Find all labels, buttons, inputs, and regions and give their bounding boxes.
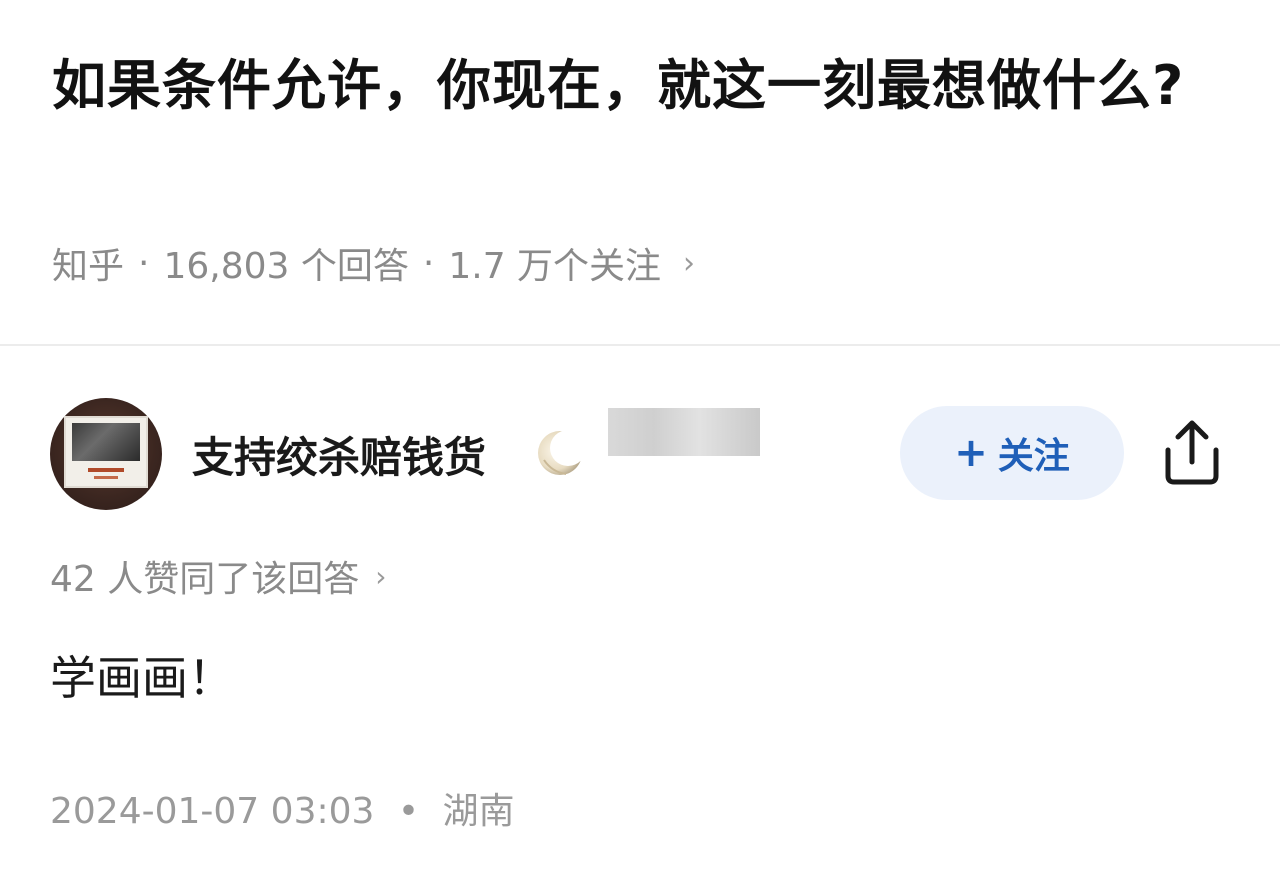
answer-content: 学画画！ xyxy=(50,651,234,705)
author-name[interactable]: 支持绞杀赔钱货 xyxy=(192,424,486,485)
answer-count: 16,803 个回答 xyxy=(163,246,409,287)
chevron-right-icon: › xyxy=(683,245,696,281)
avatar-caption-mark xyxy=(88,468,124,472)
follow-button[interactable]: + 关注 xyxy=(900,406,1124,500)
source-label: 知乎 xyxy=(52,246,125,287)
share-button[interactable] xyxy=(1160,418,1224,488)
author-avatar[interactable] xyxy=(50,398,162,510)
avatar-image xyxy=(64,416,148,488)
follow-button-label: 关注 xyxy=(997,436,1070,477)
chevron-right-icon: › xyxy=(375,559,387,593)
meta-separator: · xyxy=(138,242,150,284)
avatar-scene xyxy=(72,423,140,461)
redacted-badge xyxy=(608,408,760,456)
meta-separator: · xyxy=(422,242,435,284)
answer-timestamp: 2024-01-07 03:03 • 湖南 xyxy=(50,782,515,834)
question-title[interactable]: 如果条件允许，你现在，就这一刻最想做什么? xyxy=(52,40,1212,132)
answer-location: 湖南 xyxy=(442,791,515,832)
question-header: 如果条件允许，你现在，就这一刻最想做什么? xyxy=(52,40,1212,132)
avatar-caption-mark xyxy=(94,476,118,479)
timestamp-separator: • xyxy=(397,791,420,832)
answer-date: 2024-01-07 03:03 xyxy=(50,791,375,832)
moon-badge-icon xyxy=(538,430,584,475)
plus-icon: + xyxy=(954,430,988,476)
share-icon xyxy=(1165,420,1219,485)
likes-text: 42 人赞同了该回答 xyxy=(50,559,360,600)
section-divider xyxy=(0,344,1280,346)
follower-count: 1.7 万个关注 xyxy=(448,246,662,287)
likes-summary[interactable]: 42 人赞同了该回答 › xyxy=(50,550,386,602)
question-meta[interactable]: 知乎 · 16,803 个回答 · 1.7 万个关注 › xyxy=(52,238,695,288)
